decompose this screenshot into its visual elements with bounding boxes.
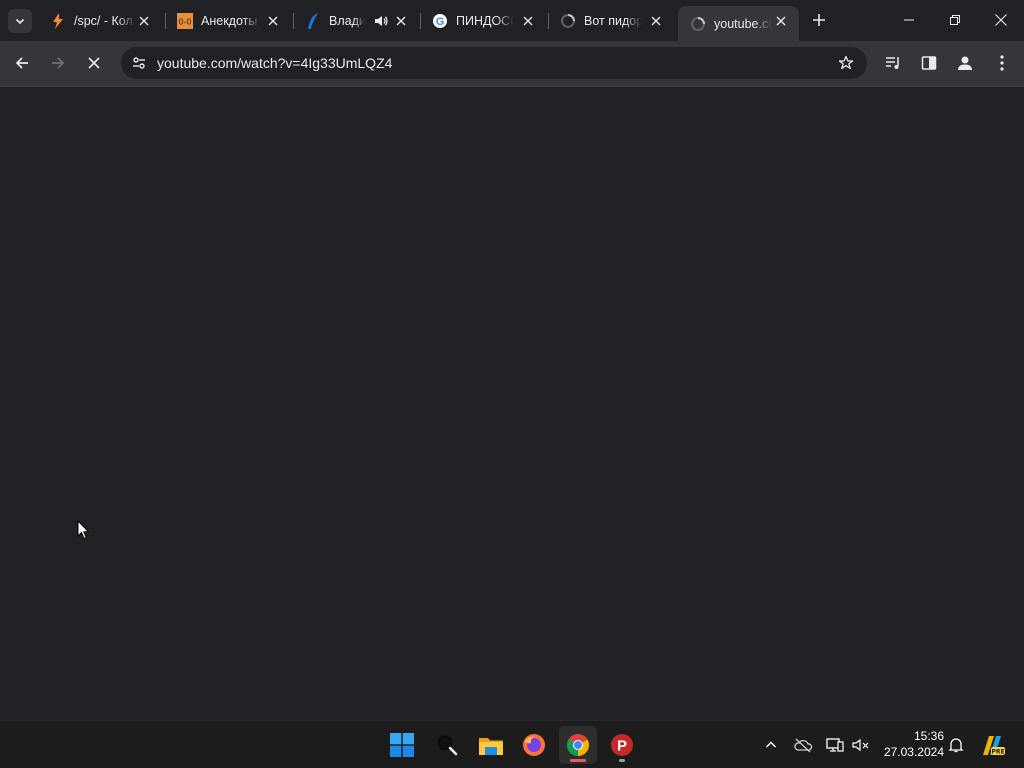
close-window-button[interactable]: [978, 0, 1024, 40]
active-app-indicator: [570, 759, 586, 762]
psiphon-icon: P: [611, 734, 633, 756]
browser-toolbar: youtube.com/watch?v=4Ig33UmLQZ4: [0, 41, 1024, 86]
search-button[interactable]: [428, 726, 466, 764]
notifications-button[interactable]: [944, 733, 968, 757]
clock-date: 27.03.2024: [883, 745, 944, 759]
minimize-icon: [904, 19, 914, 21]
volume-button[interactable]: [849, 733, 873, 757]
windows-taskbar: P 15:36 27.03.2024 PRE: [0, 720, 1024, 768]
cloud-off-icon: [794, 738, 813, 753]
show-hidden-icons-button[interactable]: [759, 733, 783, 757]
clock-time: 15:36: [913, 729, 944, 743]
chevron-down-icon: [15, 18, 25, 25]
tab-search-button[interactable]: [8, 9, 32, 33]
running-app-indicator: [619, 759, 625, 762]
lightning-icon: [50, 12, 66, 29]
folder-icon: [479, 738, 503, 755]
svg-text:0-0: 0-0: [178, 17, 191, 26]
close-icon[interactable]: [136, 13, 152, 29]
close-icon[interactable]: [265, 13, 281, 29]
network-button[interactable]: [823, 733, 847, 757]
plus-icon: [813, 14, 825, 26]
arrow-left-icon: [15, 57, 28, 69]
tab-title: Анекдоты: [201, 13, 258, 28]
close-icon: [995, 14, 1007, 26]
forward-button[interactable]: [42, 47, 74, 79]
blue-feather-icon: [305, 12, 321, 29]
psiphon-button[interactable]: P: [603, 726, 641, 764]
copilot-badge: PRE: [991, 749, 1004, 756]
close-icon[interactable]: [393, 13, 409, 29]
onedrive-button[interactable]: [791, 733, 815, 757]
tab-strip: /spc/ - Кол 0-0 Анекдоты Владими G ПИНДО…: [0, 0, 1024, 41]
restore-icon: [950, 15, 960, 25]
oo-logo-icon: 0-0: [177, 12, 193, 29]
side-panel-icon: [921, 56, 937, 70]
system-clock[interactable]: 15:36 27.03.2024: [876, 728, 944, 760]
firefox-button[interactable]: [515, 726, 553, 764]
tab-title: /spc/ - Кол: [74, 13, 133, 28]
windows-logo-icon: [390, 733, 414, 757]
speaker-icon[interactable]: [373, 13, 389, 29]
tab-title: youtube.co: [714, 16, 772, 31]
bell-icon: [948, 738, 964, 753]
star-icon: [838, 55, 854, 70]
address-bar[interactable]: youtube.com/watch?v=4Ig33UmLQZ4: [121, 47, 867, 79]
profile-button[interactable]: [949, 47, 981, 79]
site-info-button[interactable]: [127, 51, 151, 75]
mouse-cursor-icon: [77, 519, 90, 545]
tab-vladimir[interactable]: Владими: [293, 6, 419, 35]
back-button[interactable]: [6, 47, 38, 79]
minimize-button[interactable]: [886, 0, 932, 40]
search-icon: [437, 735, 458, 756]
loading-spinner-icon: [560, 13, 576, 29]
close-icon: [88, 57, 100, 69]
tab-title: ПИНДОСС: [456, 13, 514, 28]
tab-anekdoty[interactable]: 0-0 Анекдоты: [165, 6, 291, 35]
loading-spinner-icon: [690, 16, 706, 32]
svg-text:P: P: [617, 738, 627, 755]
media-playlist-icon: [886, 57, 899, 69]
new-tab-button[interactable]: [807, 8, 831, 32]
speaker-muted-icon: [852, 738, 869, 752]
copilot-icon: PRE: [983, 736, 1005, 756]
stop-loading-button[interactable]: [78, 47, 110, 79]
copilot-button[interactable]: PRE: [979, 733, 1007, 757]
arrow-right-icon: [52, 57, 65, 69]
tab-vot[interactable]: Вот пидор: [548, 6, 674, 35]
menu-button[interactable]: [986, 47, 1018, 79]
tab-youtube[interactable]: youtube.co: [678, 6, 799, 41]
firefox-icon: [523, 734, 545, 756]
chrome-button[interactable]: [559, 726, 597, 764]
file-explorer-button[interactable]: [472, 726, 510, 764]
tune-icon: [133, 57, 145, 69]
more-vert-icon: [1000, 55, 1004, 71]
close-icon[interactable]: [773, 13, 789, 29]
page-content[interactable]: [0, 87, 1024, 720]
restore-button[interactable]: [932, 0, 978, 40]
tab-spc[interactable]: /spc/ - Кол: [38, 6, 162, 35]
close-icon[interactable]: [648, 13, 664, 29]
side-panel-button[interactable]: [913, 47, 945, 79]
svg-text:G: G: [436, 16, 445, 28]
tab-title: Вот пидор: [584, 13, 642, 28]
tab-pindoss[interactable]: G ПИНДОСС: [420, 6, 546, 35]
chevron-up-icon: [766, 741, 776, 748]
url-text[interactable]: youtube.com/watch?v=4Ig33UmLQZ4: [157, 55, 392, 71]
bookmark-star-button[interactable]: [835, 52, 857, 74]
media-controls-button[interactable]: [877, 47, 909, 79]
person-icon: [958, 56, 972, 70]
google-g-icon: G: [432, 13, 448, 29]
chrome-icon: [567, 734, 589, 756]
network-icon: [826, 738, 844, 752]
close-icon[interactable]: [520, 13, 536, 29]
tab-title: Владими: [329, 13, 365, 28]
start-button[interactable]: [383, 726, 421, 764]
